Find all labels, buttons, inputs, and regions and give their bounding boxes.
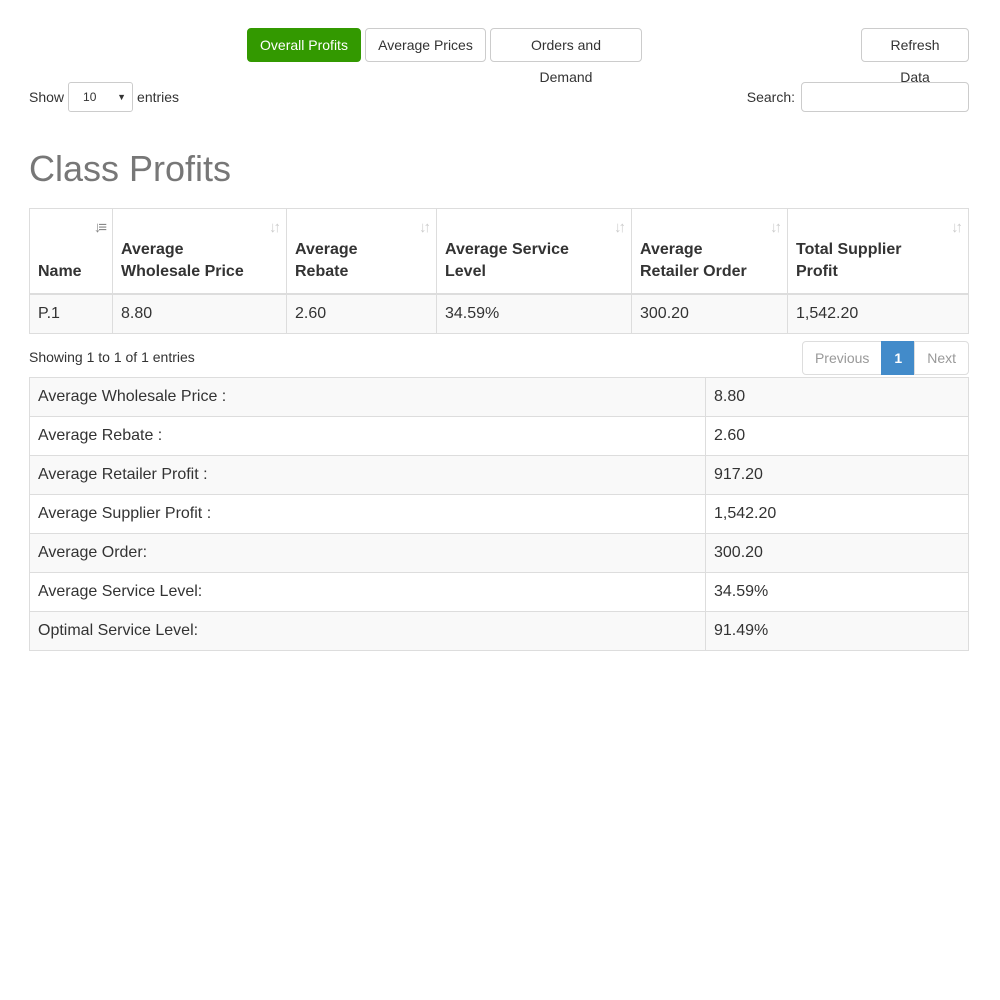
summary-label: Average Wholesale Price : (29, 377, 706, 417)
column-header-service-level[interactable]: ↓↑ Average Service Level (436, 208, 632, 295)
summary-row: Average Supplier Profit : 1,542.20 (29, 494, 969, 534)
summary-label: Average Order: (29, 533, 706, 573)
sort-icon: ↓↑ (269, 219, 281, 236)
summary-row: Average Service Level: 34.59% (29, 572, 969, 612)
summary-row: Average Order: 300.20 (29, 533, 969, 573)
column-label: Average Retailer Order (640, 240, 747, 280)
column-header-wholesale-price[interactable]: ↓↑ Average Wholesale Price (112, 208, 287, 295)
summary-row: Average Rebate : 2.60 (29, 416, 969, 456)
column-label: Average Wholesale Price (121, 240, 244, 280)
summary-value: 91.49% (705, 611, 969, 651)
entries-select-value: 10 (83, 90, 97, 104)
tab-orders-and-demand[interactable]: Orders and Demand (490, 28, 642, 85)
table-cell-retailer-order: 300.20 (631, 293, 788, 334)
summary-row: Optimal Service Level: 91.49% (29, 611, 969, 651)
sort-icon: ↓↑ (419, 219, 431, 236)
sort-icon: ↓↑ (614, 219, 626, 236)
sort-icon: ↓↑ (951, 219, 963, 236)
summary-value: 917.20 (705, 455, 969, 495)
show-label: Show (29, 89, 65, 105)
entries-label: entries (137, 89, 180, 105)
summary-label: Average Rebate : (29, 416, 706, 456)
next-page-button[interactable]: Next (914, 341, 969, 375)
search-input[interactable] (801, 82, 969, 112)
table-cell-rebate: 2.60 (286, 293, 437, 334)
summary-row: Average Wholesale Price : 8.80 (29, 377, 969, 417)
page-1-button[interactable]: 1 (881, 341, 916, 375)
pagination: Previous 1 Next (801, 341, 969, 375)
table-info: Showing 1 to 1 of 1 entries (29, 349, 195, 365)
entries-select[interactable]: 10 ▼ (68, 82, 134, 112)
summary-value: 8.80 (705, 377, 969, 417)
summary-row: Average Retailer Profit : 917.20 (29, 455, 969, 495)
page-title: Class Profits (29, 148, 232, 189)
column-label: Total Supplier Profit (796, 240, 902, 280)
table-header-row: ↓≡ Name ↓↑ Average Wholesale Price ↓↑ Av… (29, 208, 969, 295)
refresh-data-button[interactable]: Refresh Data (861, 28, 969, 85)
tab-average-prices[interactable]: Average Prices (365, 28, 486, 62)
search-control: Search: (747, 82, 969, 112)
entries-length-control: Show 10 ▼ entries (29, 82, 179, 112)
column-label: Average Rebate (295, 240, 358, 280)
table-row: P.1 8.80 2.60 34.59% 300.20 1,542.20 (29, 293, 969, 334)
column-label: Name (38, 262, 82, 280)
summary-value: 34.59% (705, 572, 969, 612)
column-header-rebate[interactable]: ↓↑ Average Rebate (286, 208, 437, 295)
previous-page-button[interactable]: Previous (801, 341, 883, 375)
summary-label: Average Retailer Profit : (29, 455, 706, 495)
summary-table: Average Wholesale Price : 8.80 Average R… (29, 377, 969, 651)
summary-label: Average Supplier Profit : (29, 494, 706, 534)
sort-icon: ↓↑ (770, 219, 782, 236)
table-cell-wholesale-price: 8.80 (112, 293, 287, 334)
summary-value: 2.60 (705, 416, 969, 456)
table-cell-service-level: 34.59% (436, 293, 632, 334)
summary-value: 300.20 (705, 533, 969, 573)
search-label: Search: (746, 89, 795, 105)
column-header-supplier-profit[interactable]: ↓↑ Total Supplier Profit (787, 208, 969, 295)
sort-amount-asc-icon: ↓≡ (93, 219, 107, 236)
summary-label: Optimal Service Level: (29, 611, 706, 651)
table-cell-name: P.1 (29, 293, 113, 334)
summary-value: 1,542.20 (705, 494, 969, 534)
column-header-retailer-order[interactable]: ↓↑ Average Retailer Order (631, 208, 788, 295)
profits-table: ↓≡ Name ↓↑ Average Wholesale Price ↓↑ Av… (29, 208, 969, 334)
tab-overall-profits[interactable]: Overall Profits (247, 28, 361, 62)
chevron-down-icon: ▼ (117, 92, 127, 102)
summary-label: Average Service Level: (29, 572, 706, 612)
column-header-name[interactable]: ↓≡ Name (29, 208, 113, 295)
column-label: Average Service Level (445, 240, 569, 280)
table-cell-supplier-profit: 1,542.20 (787, 293, 969, 334)
